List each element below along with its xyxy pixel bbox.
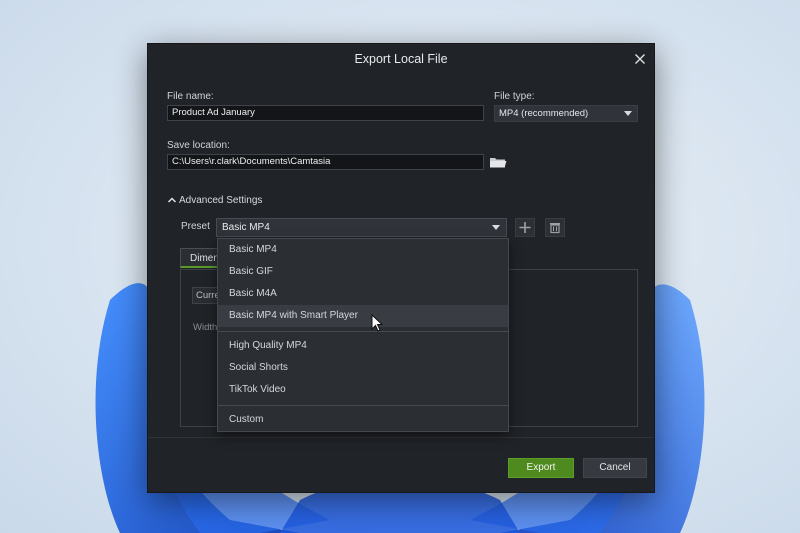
preset-label: Preset bbox=[181, 221, 210, 232]
close-button[interactable] bbox=[632, 51, 648, 67]
file-type-label: File type: bbox=[494, 91, 535, 102]
dialog-titlebar: Export Local File bbox=[148, 44, 654, 74]
chevron-up-icon bbox=[167, 197, 177, 203]
file-type-value: MP4 (recommended) bbox=[499, 108, 589, 119]
menu-separator bbox=[218, 331, 508, 332]
preset-option-high-quality-mp4[interactable]: High Quality MP4 bbox=[218, 335, 508, 357]
save-location-label: Save location: bbox=[167, 140, 230, 151]
file-name-input[interactable] bbox=[167, 105, 484, 121]
advanced-settings-label: Advanced Settings bbox=[179, 195, 263, 206]
preset-option-social-shorts[interactable]: Social Shorts bbox=[218, 357, 508, 379]
preset-option-basic-m4a[interactable]: Basic M4A bbox=[218, 283, 508, 305]
export-dialog: Export Local File File name: File type: … bbox=[147, 43, 655, 493]
preset-option-basic-mp4[interactable]: Basic MP4 bbox=[218, 239, 508, 261]
delete-preset-button[interactable] bbox=[545, 218, 565, 237]
file-type-select[interactable]: MP4 (recommended) bbox=[494, 105, 638, 122]
folder-icon bbox=[490, 158, 507, 168]
preset-option-basic-gif[interactable]: Basic GIF bbox=[218, 261, 508, 283]
chevron-down-icon bbox=[624, 111, 632, 116]
file-name-label: File name: bbox=[167, 91, 214, 102]
chevron-down-icon bbox=[492, 225, 500, 230]
browse-folder-button[interactable] bbox=[488, 154, 508, 171]
preset-option-custom[interactable]: Custom bbox=[218, 409, 508, 431]
export-button[interactable]: Export bbox=[508, 458, 574, 478]
save-location-input[interactable] bbox=[167, 154, 484, 170]
add-preset-button[interactable] bbox=[515, 218, 535, 237]
close-icon bbox=[635, 54, 645, 64]
trash-icon bbox=[550, 223, 560, 234]
preset-option-basic-mp4-smart-player[interactable]: Basic MP4 with Smart Player bbox=[218, 305, 508, 327]
width-label: Width bbox=[193, 322, 218, 333]
dialog-title: Export Local File bbox=[354, 52, 448, 66]
preset-option-tiktok-video[interactable]: TikTok Video bbox=[218, 379, 508, 401]
plus-icon bbox=[519, 222, 531, 233]
preset-select[interactable]: Basic MP4 bbox=[216, 218, 507, 237]
cancel-button[interactable]: Cancel bbox=[583, 458, 647, 478]
preset-dropdown-menu: Basic MP4 Basic GIF Basic M4A Basic MP4 … bbox=[217, 238, 509, 432]
footer-divider bbox=[148, 437, 654, 438]
tab-dimensions[interactable]: Dimensions bbox=[180, 248, 222, 268]
mouse-pointer-icon bbox=[371, 314, 384, 332]
preset-value: Basic MP4 bbox=[222, 222, 270, 233]
menu-separator bbox=[218, 405, 508, 406]
